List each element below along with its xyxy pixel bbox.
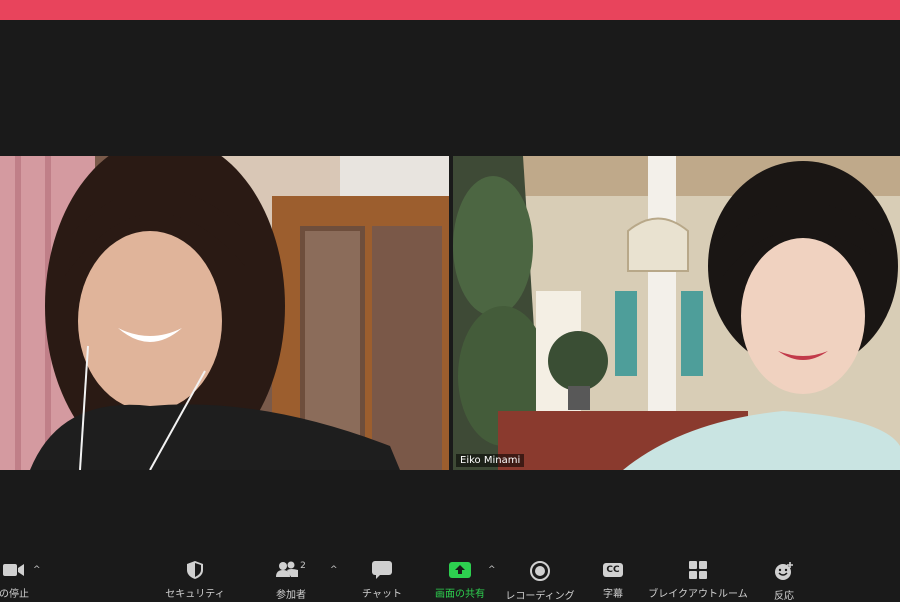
captions-button[interactable]: CC 字幕 bbox=[596, 561, 630, 600]
security-label: セキュリティ bbox=[165, 589, 225, 600]
video-feed-1 bbox=[0, 156, 449, 470]
video-camera-icon bbox=[3, 561, 25, 579]
shield-icon bbox=[187, 561, 203, 579]
participants-button[interactable]: 2 参加者 bbox=[266, 561, 316, 601]
record-icon bbox=[530, 561, 550, 581]
captions-label: 字幕 bbox=[603, 589, 623, 600]
share-options-caret-icon[interactable]: ^ bbox=[488, 565, 496, 575]
video-tile-participant-1[interactable] bbox=[0, 156, 449, 470]
participants-options-caret-icon[interactable]: ^ bbox=[330, 565, 338, 575]
chat-label: チャット bbox=[362, 589, 402, 600]
participants-count: 2 bbox=[300, 561, 306, 571]
breakout-rooms-label: ブレイクアウトルーム bbox=[648, 589, 748, 600]
top-banner bbox=[0, 0, 900, 20]
video-options-caret-icon[interactable]: ^ bbox=[33, 565, 41, 575]
participants-label: 参加者 bbox=[276, 590, 306, 601]
grid-icon bbox=[689, 561, 707, 579]
record-button[interactable]: レコーディング bbox=[505, 561, 575, 602]
share-screen-label: 画面の共有 bbox=[435, 589, 485, 600]
stop-video-button[interactable]: の停止 bbox=[0, 561, 36, 600]
stop-video-label: の停止 bbox=[0, 589, 29, 600]
meeting-toolbar: の停止 ^ セキュリティ 2 参加者 ^ チャット 画面の共有 ^ レコーディン… bbox=[0, 553, 900, 602]
cc-icon: CC bbox=[603, 561, 623, 579]
cc-badge: CC bbox=[603, 563, 623, 577]
video-tile-participant-2[interactable]: Eiko Minami bbox=[453, 156, 900, 470]
share-screen-button[interactable]: 画面の共有 bbox=[430, 561, 490, 600]
breakout-rooms-button[interactable]: ブレイクアウトルーム bbox=[648, 561, 748, 600]
reactions-button[interactable]: 反応 bbox=[766, 561, 802, 602]
security-button[interactable]: セキュリティ bbox=[165, 561, 225, 600]
video-feed-2 bbox=[453, 156, 900, 470]
chat-button[interactable]: チャット bbox=[359, 561, 405, 600]
participant-name-2: Eiko Minami bbox=[456, 454, 525, 467]
people-icon bbox=[276, 561, 299, 580]
chat-bubble-icon bbox=[372, 561, 392, 579]
share-screen-icon bbox=[449, 561, 471, 579]
emoji-icon bbox=[774, 561, 794, 581]
